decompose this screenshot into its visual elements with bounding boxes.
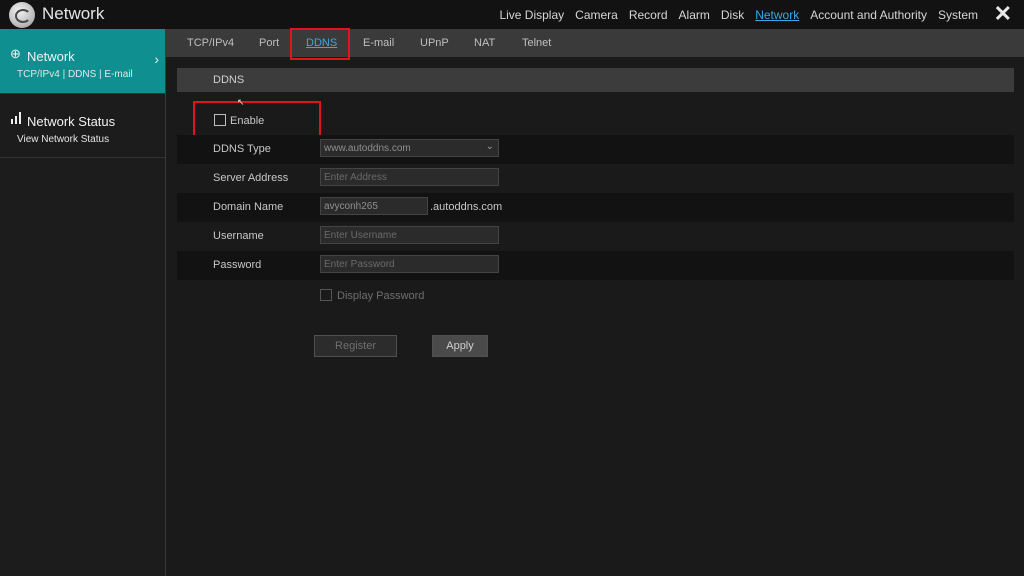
password-label: Password: [213, 259, 262, 271]
chevron-right-icon: ›: [154, 51, 159, 67]
nav-disk[interactable]: Disk: [721, 8, 744, 22]
tab-tcp-ipv4[interactable]: TCP/IPv4: [187, 37, 234, 49]
username-row: Username Enter Username: [177, 222, 1014, 251]
password-row: Password Enter Password: [177, 251, 1014, 280]
apply-button[interactable]: Apply: [432, 335, 488, 357]
tab-telnet[interactable]: Telnet: [522, 37, 551, 49]
server-address-input[interactable]: Enter Address: [320, 168, 499, 186]
password-input[interactable]: Enter Password: [320, 255, 499, 273]
domain-name-label: Domain Name: [213, 201, 284, 213]
signal-bars-icon: [10, 112, 22, 127]
domain-name-input[interactable]: avyconh265: [320, 197, 428, 215]
username-input[interactable]: Enter Username: [320, 226, 499, 244]
close-icon[interactable]: ✕: [994, 3, 1012, 25]
globe-icon: ⊕: [10, 46, 21, 61]
tab-email[interactable]: E-mail: [363, 37, 394, 49]
domain-suffix: .autoddns.com: [430, 201, 503, 213]
nav-system[interactable]: System: [938, 8, 978, 22]
tab-nat[interactable]: NAT: [474, 37, 495, 49]
nav-record[interactable]: Record: [629, 8, 668, 22]
tab-upnp[interactable]: UPnP: [420, 37, 449, 49]
tab-port[interactable]: Port: [259, 37, 279, 49]
top-bar: Network Live Display Camera Record Alarm…: [0, 0, 1024, 30]
nav-account-and-authority[interactable]: Account and Authority: [810, 8, 927, 22]
chevron-down-icon: ⌄: [485, 141, 494, 152]
ddns-type-select[interactable]: www.autoddns.com ⌄: [320, 139, 499, 157]
nav-camera[interactable]: Camera: [575, 8, 618, 22]
display-password-checkbox[interactable]: [320, 289, 332, 301]
top-navigation: Live Display Camera Record Alarm Disk Ne…: [488, 0, 978, 29]
sidebar-item-subtitle: View Network Status: [17, 134, 110, 145]
register-button[interactable]: Register: [314, 335, 397, 357]
nav-network[interactable]: Network: [755, 8, 799, 22]
username-label: Username: [213, 230, 264, 242]
server-address-row: Server Address Enter Address: [177, 164, 1014, 193]
mouse-cursor-icon: ↖: [237, 97, 245, 107]
highlight-box-ddns-tab: [290, 28, 350, 60]
sidebar-item-title: Network: [27, 49, 75, 64]
sidebar-item-network-status[interactable]: Network Status View Network Status: [0, 94, 165, 158]
sidebar-item-title: Network Status: [27, 114, 116, 129]
ddns-type-value: www.autoddns.com: [324, 143, 411, 154]
app-title: Network: [42, 4, 105, 23]
domain-name-row: Domain Name avyconh265 .autoddns.com: [177, 193, 1014, 222]
section-title: DDNS: [213, 74, 245, 86]
sidebar-item-subtitle: TCP/IPv4 | DDNS | E-mail: [17, 69, 133, 80]
nav-live-display[interactable]: Live Display: [499, 8, 564, 22]
section-header: DDNS: [177, 68, 1014, 92]
app-logo-icon: [9, 2, 35, 28]
ddns-type-label: DDNS Type: [213, 143, 271, 155]
sidebar-item-network[interactable]: ⊕ Network TCP/IPv4 | DDNS | E-mail ›: [0, 29, 165, 94]
server-address-label: Server Address: [213, 172, 289, 184]
ddns-type-row: DDNS Type www.autoddns.com ⌄: [177, 135, 1014, 164]
sidebar: ⊕ Network TCP/IPv4 | DDNS | E-mail › Net…: [0, 29, 166, 576]
display-password-label: Display Password: [337, 290, 425, 302]
nav-alarm[interactable]: Alarm: [679, 8, 710, 22]
